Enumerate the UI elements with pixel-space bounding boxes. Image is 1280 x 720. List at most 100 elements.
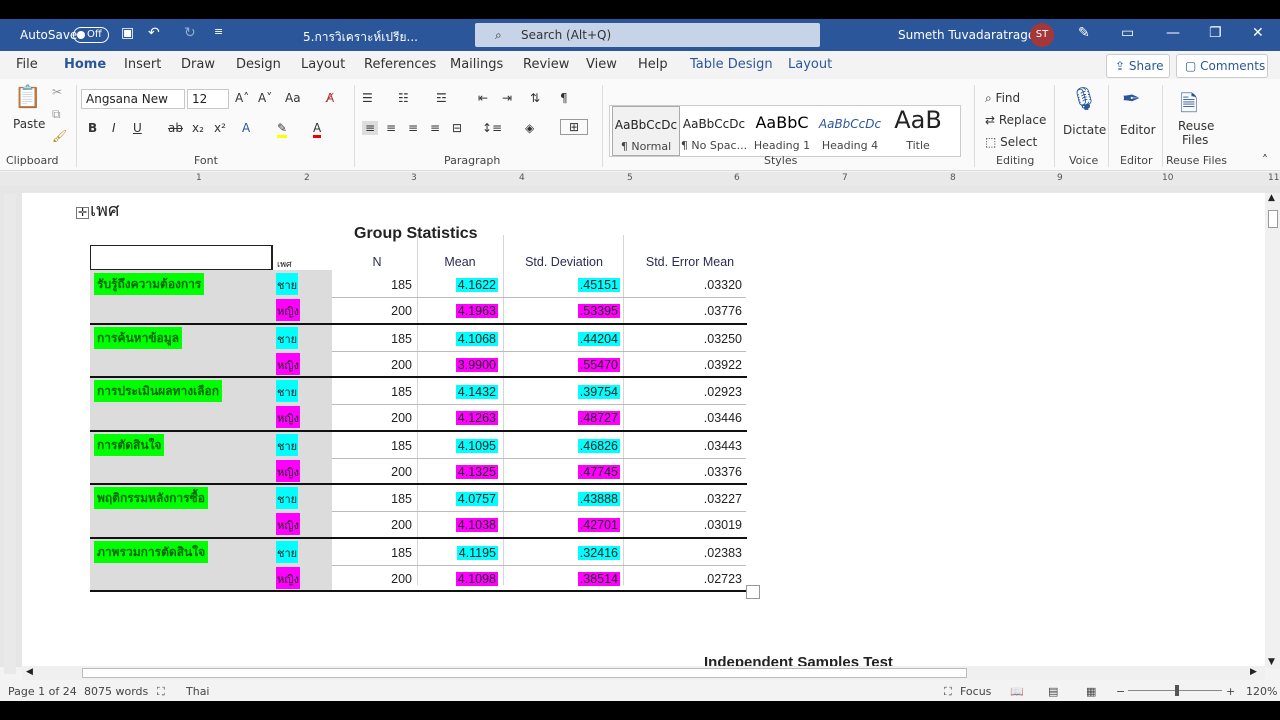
italic-icon[interactable]: I xyxy=(112,121,116,135)
restore-icon[interactable]: ❐ xyxy=(1209,25,1222,41)
style-heading-4[interactable]: AaBbCcDc Heading 4 xyxy=(816,106,884,156)
vertical-ruler[interactable] xyxy=(4,194,16,674)
justify-icon[interactable]: ≡ xyxy=(430,121,440,135)
show-marks-icon[interactable]: ¶ xyxy=(560,91,568,105)
style-heading-1[interactable]: AaBbC Heading 1 xyxy=(748,106,816,156)
sort-icon[interactable]: ⇅ xyxy=(530,91,540,105)
select-button[interactable]: ⬚ Select xyxy=(985,135,1037,149)
page-count[interactable]: Page 1 of 24 xyxy=(8,685,77,698)
customize-qat-icon[interactable]: ≡ xyxy=(214,25,223,38)
hscroll-thumb[interactable] xyxy=(82,668,967,678)
zoom-in-icon[interactable]: + xyxy=(1226,685,1235,698)
web-layout-icon[interactable]: ▦ xyxy=(1086,685,1096,698)
text-effects-icon[interactable]: A xyxy=(242,121,250,135)
tab-file[interactable]: File xyxy=(16,57,38,72)
numbering-icon[interactable]: ☷ xyxy=(398,91,409,105)
share-button[interactable]: ⇪ Share xyxy=(1106,54,1170,78)
focus-button[interactable]: Focus xyxy=(960,685,991,698)
undo-icon[interactable]: ↶ xyxy=(148,25,160,41)
user-name[interactable]: Sumeth Tuvadaratragool xyxy=(898,28,1046,42)
paste-button[interactable]: Paste xyxy=(13,117,45,131)
line-spacing-icon[interactable]: ↕≡ xyxy=(482,121,502,135)
tab-review[interactable]: Review xyxy=(523,57,569,72)
style-title[interactable]: AaB Title xyxy=(884,106,952,156)
scroll-up-icon[interactable]: ▲ xyxy=(1268,193,1275,203)
reuse-button[interactable]: Reuse xyxy=(1178,119,1214,133)
zoom-out-icon[interactable]: − xyxy=(1116,685,1125,698)
comments-button[interactable]: ▢ Comments xyxy=(1176,54,1268,78)
shading-icon[interactable]: ◈ xyxy=(525,121,534,135)
focus-icon[interactable]: ⛶ xyxy=(944,685,952,699)
ribbon-display-icon[interactable]: ▭ xyxy=(1121,25,1134,41)
subscript-icon[interactable]: x₂ xyxy=(192,121,204,135)
print-layout-icon[interactable]: ▤ xyxy=(1048,685,1058,698)
font-color-icon[interactable]: A xyxy=(313,121,322,138)
document-page[interactable]: ✛ เพศ Group Statistics เพศ N Mean Std. D… xyxy=(22,193,1265,669)
proofing-icon[interactable]: ⛶ xyxy=(157,685,165,699)
horizontal-scrollbar[interactable]: ◀ ▶ xyxy=(22,666,1265,680)
font-name-select[interactable]: Angsana New xyxy=(81,89,185,109)
strikethrough-icon[interactable]: ab xyxy=(168,121,183,135)
scroll-right-icon[interactable]: ▶ xyxy=(1250,667,1257,677)
bullets-icon[interactable]: ☰ xyxy=(362,91,373,105)
copy-icon[interactable]: ⧉ xyxy=(52,107,61,122)
tab-help[interactable]: Help xyxy=(638,57,668,72)
tab-layout[interactable]: Layout xyxy=(301,57,345,72)
table-move-handle-icon[interactable]: ✛ xyxy=(76,207,90,219)
collapse-ribbon-icon[interactable]: ˄ xyxy=(1262,153,1268,167)
avatar[interactable]: ST xyxy=(1030,23,1054,47)
distributed-icon[interactable]: ⊟ xyxy=(452,121,462,135)
borders-icon[interactable]: ⊞ xyxy=(560,119,589,135)
change-case-icon[interactable]: Aa xyxy=(285,91,301,105)
align-right-icon[interactable]: ≡ xyxy=(408,121,418,135)
superscript-icon[interactable]: x² xyxy=(214,121,226,135)
tab-view[interactable]: View xyxy=(586,57,617,72)
tab-insert[interactable]: Insert xyxy=(124,57,161,72)
tab-references[interactable]: References xyxy=(364,57,436,72)
microphone-icon[interactable]: 🎙 xyxy=(1070,87,1098,112)
tab-mailings[interactable]: Mailings xyxy=(450,57,503,72)
scroll-thumb[interactable] xyxy=(1268,210,1278,228)
bold-icon[interactable]: B xyxy=(88,121,97,135)
increase-indent-icon[interactable]: ⇥ xyxy=(502,91,512,105)
close-icon[interactable]: ✕ xyxy=(1252,25,1264,41)
tab-design[interactable]: Design xyxy=(236,57,281,72)
redo-icon[interactable]: ↻ xyxy=(184,25,196,41)
highlight-icon[interactable]: ✎ xyxy=(277,121,288,138)
editor-button[interactable]: Editor xyxy=(1120,123,1156,137)
decrease-indent-icon[interactable]: ⇤ xyxy=(478,91,488,105)
clear-formatting-icon[interactable]: A̸ xyxy=(326,91,334,105)
align-center-icon[interactable]: ≡ xyxy=(386,121,396,135)
replace-button[interactable]: ⇄ Replace xyxy=(985,113,1046,127)
underline-icon[interactable]: U xyxy=(133,121,142,135)
zoom-level[interactable]: 120% xyxy=(1246,685,1277,698)
multilevel-list-icon[interactable]: ☲ xyxy=(436,91,447,105)
tab-draw[interactable]: Draw xyxy=(181,57,215,72)
autosave-toggle[interactable]: Off xyxy=(73,27,109,43)
editor-pen-icon[interactable]: ✒ xyxy=(1122,87,1140,112)
grow-font-icon[interactable]: A˄ xyxy=(235,91,249,105)
style-normal[interactable]: AaBbCcDc ¶ Normal xyxy=(612,106,680,156)
paste-icon[interactable]: 📋 xyxy=(14,85,41,110)
save-icon[interactable]: ▣ xyxy=(121,25,134,41)
document-title[interactable]: 5.การวิเคราะห์เปรีย... xyxy=(303,28,418,47)
language[interactable]: Thai xyxy=(186,685,210,698)
scroll-down-icon[interactable]: ▼ xyxy=(1268,657,1275,667)
minimize-icon[interactable]: — xyxy=(1166,25,1180,41)
format-painter-icon[interactable]: 🖌 xyxy=(52,129,67,143)
read-mode-icon[interactable]: 📖 xyxy=(1010,685,1024,698)
zoom-slider-thumb[interactable] xyxy=(1175,685,1179,696)
shrink-font-icon[interactable]: A˅ xyxy=(258,91,272,105)
dictate-button[interactable]: Dictate xyxy=(1063,123,1106,137)
search-box[interactable]: ⌕ Search (Alt+Q) xyxy=(475,23,820,47)
table-resize-handle[interactable] xyxy=(746,585,760,599)
style-no-spacing[interactable]: AaBbCcDc ¶ No Spac... xyxy=(680,106,748,156)
tab-table-design[interactable]: Table Design xyxy=(690,57,773,72)
tab-table-layout[interactable]: Layout xyxy=(788,57,832,72)
align-left-icon[interactable]: ≡ xyxy=(362,121,379,135)
scroll-left-icon[interactable]: ◀ xyxy=(26,667,33,677)
cut-icon[interactable]: ✂ xyxy=(52,85,62,99)
word-count[interactable]: 8075 words xyxy=(84,685,148,698)
find-button[interactable]: ⌕ Find xyxy=(985,91,1020,106)
vertical-scrollbar[interactable]: ▲ ▼ xyxy=(1265,193,1280,669)
